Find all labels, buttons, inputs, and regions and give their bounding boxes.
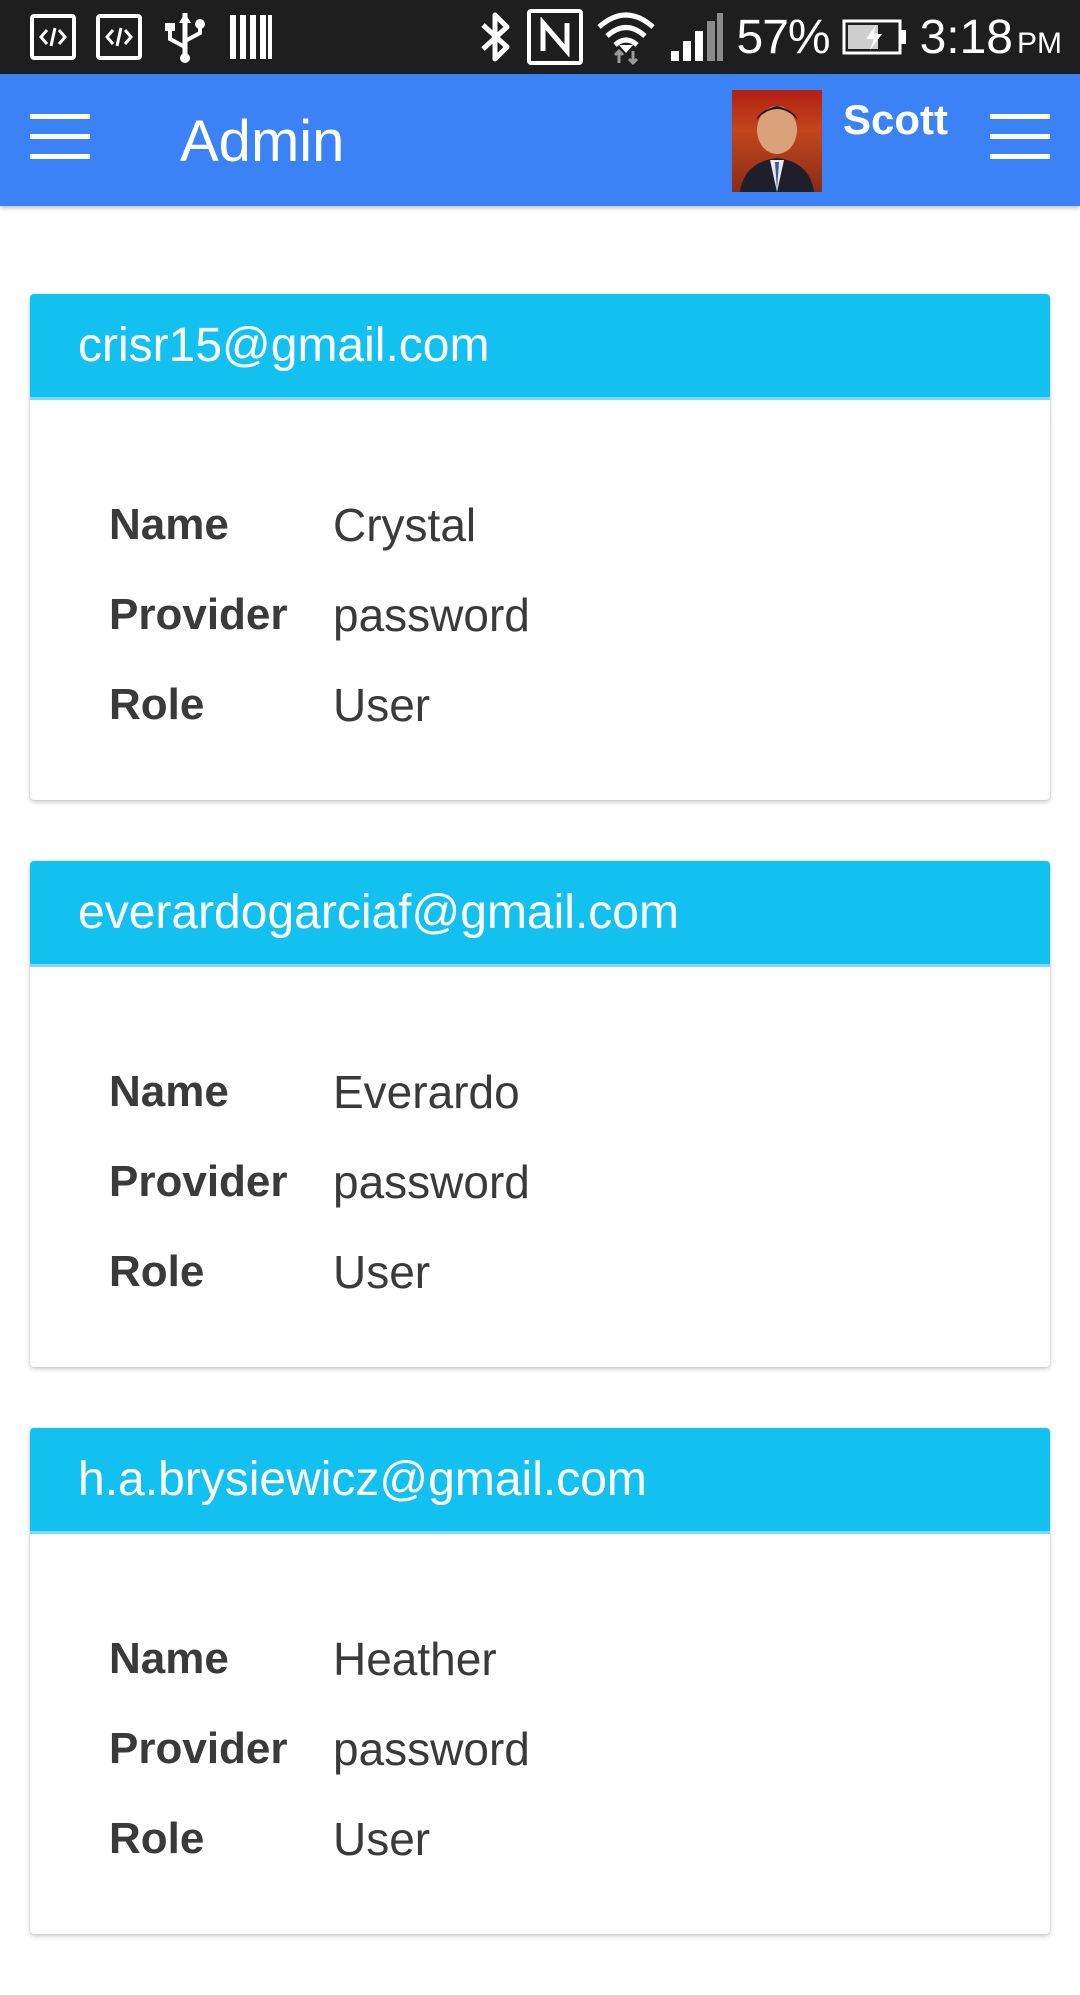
user-email: h.a.brysiewicz@gmail.com xyxy=(30,1428,1050,1534)
detail-row-role: Role User xyxy=(109,660,1050,750)
role-label: Role xyxy=(109,1814,205,1863)
status-bar-left xyxy=(30,0,274,74)
user-card: h.a.brysiewicz@gmail.com Name Heather Pr… xyxy=(30,1428,1050,1934)
detail-row-provider: Provider password xyxy=(109,570,1050,660)
detail-row-name: Name Everardo xyxy=(109,1047,1050,1137)
user-details: Name Heather Provider password Role User xyxy=(30,1534,1050,1884)
user-email: everardogarciaf@gmail.com xyxy=(30,861,1050,967)
nfc-icon xyxy=(526,9,583,65)
code-icon xyxy=(30,14,76,60)
name-value: Heather xyxy=(333,1633,497,1685)
overflow-menu-icon[interactable] xyxy=(990,114,1050,160)
detail-row-name: Name Heather xyxy=(109,1614,1050,1704)
provider-value: password xyxy=(333,1723,530,1775)
detail-row-name: Name Crystal xyxy=(109,480,1050,570)
wifi-icon xyxy=(595,7,657,67)
name-label: Name xyxy=(109,1634,229,1683)
status-bar-right: 57% 3:18 PM xyxy=(475,0,1062,74)
status-bar: 57% 3:18 PM xyxy=(0,0,1080,74)
user-details: Name Everardo Provider password Role Use… xyxy=(30,967,1050,1317)
provider-value: password xyxy=(333,1156,530,1208)
role-value: User xyxy=(333,679,431,731)
clock-time: 3:18 xyxy=(919,10,1013,64)
name-value: Crystal xyxy=(333,499,477,551)
role-label: Role xyxy=(109,680,205,729)
name-label: Name xyxy=(109,1067,229,1116)
user-details: Name Crystal Provider password Role User xyxy=(30,400,1050,750)
barcode-icon xyxy=(228,7,274,67)
role-label: Role xyxy=(109,1247,205,1296)
page-title: Admin xyxy=(180,109,345,174)
provider-label: Provider xyxy=(109,590,288,639)
clock-ampm: PM xyxy=(1017,26,1062,60)
user-list: crisr15@gmail.com Name Crystal Provider … xyxy=(30,294,1050,1995)
detail-row-role: Role User xyxy=(109,1227,1050,1317)
detail-row-role: Role User xyxy=(109,1794,1050,1884)
detail-row-provider: Provider password xyxy=(109,1137,1050,1227)
battery-icon xyxy=(842,7,908,67)
role-value: User xyxy=(333,1246,431,1298)
detail-row-provider: Provider password xyxy=(109,1704,1050,1794)
app-bar: Admin Scott xyxy=(0,74,1080,206)
user-email: crisr15@gmail.com xyxy=(30,294,1050,400)
clock: 3:18 PM xyxy=(920,10,1062,65)
battery-percent: 57% xyxy=(736,10,831,64)
name-value: Everardo xyxy=(333,1066,520,1118)
user-name[interactable]: Scott xyxy=(843,96,948,144)
role-value: User xyxy=(333,1813,431,1865)
name-label: Name xyxy=(109,500,229,549)
user-card: everardogarciaf@gmail.com Name Everardo … xyxy=(30,861,1050,1367)
usb-icon xyxy=(162,7,208,67)
menu-icon[interactable] xyxy=(30,114,90,160)
provider-label: Provider xyxy=(109,1724,288,1773)
user-card: crisr15@gmail.com Name Crystal Provider … xyxy=(30,294,1050,800)
code-icon xyxy=(96,14,142,60)
avatar[interactable] xyxy=(732,90,822,192)
signal-icon xyxy=(669,7,725,67)
provider-label: Provider xyxy=(109,1157,288,1206)
provider-value: password xyxy=(333,589,530,641)
bluetooth-icon xyxy=(475,7,515,67)
